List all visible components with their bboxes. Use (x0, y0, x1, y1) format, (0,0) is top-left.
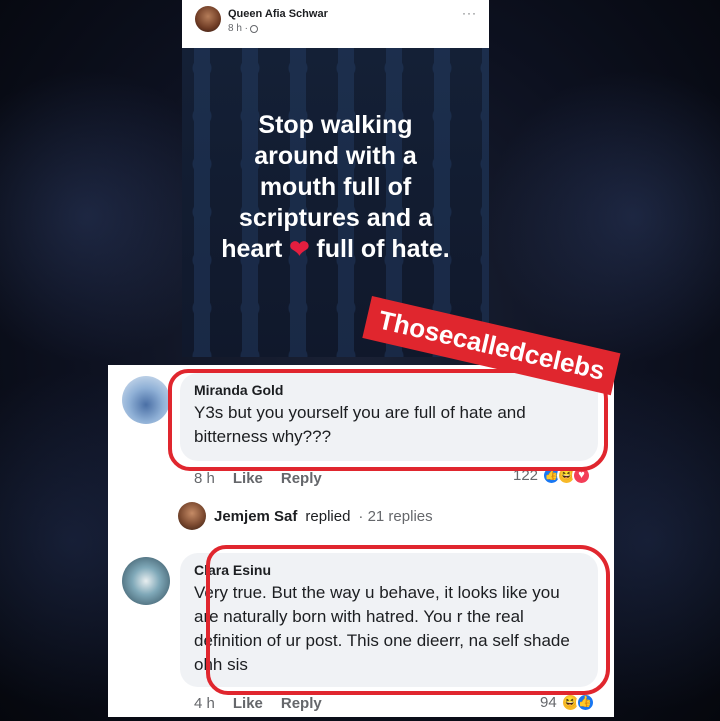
quote-line: Stop walking (258, 111, 413, 139)
like-button[interactable]: Like (233, 695, 263, 712)
comment-actions: 4 h Like Reply (194, 695, 322, 712)
comment-text: Y3s but you yourself you are full of hat… (194, 403, 526, 446)
comment-time: 4 h (194, 695, 215, 712)
post-header: Queen Afia Schwar 8 h · ··· (182, 0, 489, 48)
comment-text: Very true. But the way u behave, it look… (194, 583, 570, 674)
comment-bubble: Clara Esinu Very true. But the way u beh… (180, 553, 598, 687)
reaction-count: 122 (513, 467, 539, 484)
reply-button[interactable]: Reply (281, 470, 322, 487)
quote-line: around with a (254, 142, 417, 170)
comment-time: 8 h (194, 470, 215, 487)
comment-author-name[interactable]: Clara Esinu (194, 562, 584, 578)
reply-author-avatar (178, 502, 206, 530)
comment-actions: 8 h Like Reply (194, 470, 322, 487)
post-quote-text: Stop walking around with a mouth full of… (182, 110, 489, 265)
quote-last-fragment: full of hate. (316, 235, 450, 263)
comment-bubble: Miranda Gold Y3s but you yourself you ar… (180, 373, 598, 461)
reaction-summary[interactable]: 94 😆 👍 (540, 693, 595, 712)
quote-line: heart ❤ full of hate. (182, 234, 489, 265)
commenter-avatar[interactable] (122, 557, 170, 605)
like-button[interactable]: Like (233, 470, 263, 487)
comment-author-name[interactable]: Miranda Gold (194, 382, 584, 398)
reply-thread-link[interactable]: Jemjem Saf replied · 21 replies (178, 502, 433, 530)
reply-button[interactable]: Reply (281, 695, 322, 712)
globe-icon (250, 24, 259, 33)
love-reaction-icon: ♥ (572, 466, 592, 485)
more-options-icon[interactable]: ··· (462, 6, 477, 20)
reply-author-name: Jemjem Saf (214, 507, 298, 525)
reply-text: replied (305, 507, 351, 525)
post-card: Queen Afia Schwar 8 h · ··· Stop walking… (182, 0, 489, 357)
comments-panel: Miranda Gold Y3s but you yourself you ar… (108, 365, 614, 717)
heart-icon: ❤ (289, 236, 310, 263)
quote-line: scriptures and a (238, 204, 433, 232)
quote-line: mouth full of (259, 173, 412, 201)
like-reaction-icon: 👍 (575, 693, 595, 712)
reaction-count: 94 (540, 694, 557, 711)
post-time-text: 8 h · (228, 23, 249, 34)
post-timestamp: 8 h · (228, 23, 259, 34)
quote-word-heart: heart (221, 235, 283, 263)
commenter-avatar[interactable] (122, 376, 170, 424)
reply-count: · 21 replies (358, 507, 433, 525)
post-image[interactable]: Stop walking around with a mouth full of… (182, 48, 489, 357)
post-author-name[interactable]: Queen Afia Schwar (228, 8, 328, 20)
reaction-summary[interactable]: 122 👍 😆 ♥ (513, 466, 592, 485)
post-author-avatar[interactable] (195, 6, 221, 32)
